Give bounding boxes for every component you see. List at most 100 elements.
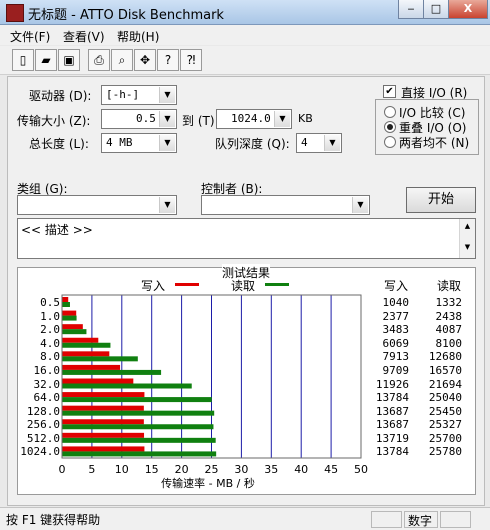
status-bar: 按 F1 键获得帮助 数字 [0, 507, 490, 530]
write-bar [62, 364, 121, 370]
controller-select[interactable]: ▼ [201, 195, 370, 215]
io-compare-radio[interactable] [384, 106, 396, 118]
maximize-button[interactable]: □ [423, 0, 449, 19]
app-icon [6, 4, 24, 22]
chevron-down-icon: ▼ [274, 111, 290, 127]
transfer-to-select[interactable]: 1024.0 ▼ [216, 109, 292, 129]
write-value: 9709 [382, 363, 410, 377]
open-folder-icon[interactable]: ▰ [35, 49, 57, 71]
scroll-up-icon[interactable]: ▲ [460, 222, 475, 230]
read-value: 21694 [428, 377, 462, 391]
start-button[interactable]: 开始 [406, 187, 476, 213]
x-axis-label: 传输速率 - MB / 秒 [161, 476, 255, 490]
queue-depth-label: 队列深度 (Q): [215, 137, 290, 151]
read-bar [62, 397, 212, 403]
help-icon[interactable]: ? [157, 49, 179, 71]
queue-depth-select[interactable]: 4 ▼ [296, 133, 342, 153]
read-value: 25700 [428, 431, 462, 445]
write-value: 13687 [375, 418, 409, 432]
to-label: 到 (T) [182, 114, 215, 128]
write-bar [62, 324, 83, 330]
write-bar [62, 297, 69, 302]
transfer-to-value: 1024.0 [231, 112, 271, 125]
results-panel: 测试结果 写入 读取 写入 读取 0 5 10 15 20 25 30 35 40 45 50 传输… [17, 264, 476, 495]
chart-bars [62, 297, 217, 457]
save-icon[interactable]: ▣ [58, 49, 80, 71]
context-help-icon[interactable]: ⁈ [180, 49, 202, 71]
overlapped-io-radio[interactable] [384, 121, 396, 133]
chart-x-ticks: 0 5 10 15 20 25 30 35 40 45 50 [59, 463, 369, 476]
description-scrollbar[interactable]: ▲ ▼ [459, 219, 475, 258]
menu-file[interactable]: 文件(F) [10, 28, 50, 45]
read-bar [62, 315, 77, 321]
window-title: 无标题 - ATTO Disk Benchmark [28, 8, 224, 23]
menu-bar: 文件(F) 查看(V) 帮助(H) [0, 25, 490, 45]
transfer-size-label: 32.0 [33, 377, 61, 391]
write-bar [62, 378, 134, 384]
x-tick-label: 0 [59, 463, 66, 476]
group-select[interactable]: ▼ [17, 195, 177, 215]
transfer-size-label: 128.0 [26, 404, 60, 418]
description-box[interactable]: << 描述 >> ▲ ▼ [17, 218, 476, 259]
minimize-button[interactable]: ‒ [398, 0, 424, 19]
status-num-pane: 数字 [404, 511, 438, 528]
transfer-size-label: 16.0 [33, 363, 61, 377]
read-value: 16570 [428, 363, 462, 377]
read-value: 8100 [435, 336, 463, 350]
move-icon[interactable]: ✥ [134, 49, 156, 71]
toolbar: ▯ ▰ ▣ ⎙ ⌕ ✥ ? ⁈ [0, 46, 490, 75]
x-tick-label: 30 [234, 463, 248, 476]
scroll-down-icon[interactable]: ▼ [460, 243, 475, 251]
read-value: 25040 [428, 391, 462, 405]
transfer-size-label: 传输大小 (Z): [17, 114, 91, 128]
write-bar [62, 446, 145, 452]
read-value: 25780 [428, 445, 462, 459]
menu-view[interactable]: 查看(V) [63, 28, 105, 45]
read-bar [62, 342, 111, 348]
read-bar [62, 383, 192, 389]
x-tick-label: 20 [175, 463, 189, 476]
status-pane [371, 511, 402, 528]
read-value: 1332 [435, 296, 463, 309]
x-tick-label: 40 [294, 463, 308, 476]
print-preview-icon[interactable]: ⌕ [111, 49, 133, 71]
write-bar [62, 432, 145, 438]
new-file-icon[interactable]: ▯ [12, 49, 34, 71]
drive-label: 驱动器 (D): [29, 89, 92, 103]
read-value: 2438 [435, 309, 463, 323]
close-button[interactable]: X [448, 0, 488, 19]
total-length-label: 总长度 (L): [29, 137, 89, 151]
read-value: 25450 [428, 404, 462, 418]
write-bar [62, 392, 145, 398]
total-length-select[interactable]: 4 MB ▼ [101, 133, 177, 153]
x-tick-label: 50 [354, 463, 368, 476]
x-tick-label: 45 [324, 463, 338, 476]
write-value: 3483 [382, 323, 410, 337]
status-num: 数字 [408, 514, 433, 528]
status-pane-2 [440, 511, 471, 528]
write-bar [62, 310, 77, 316]
write-value: 11926 [375, 377, 409, 391]
kb-unit: KB [298, 112, 313, 125]
transfer-from-select[interactable]: 0.5 ▼ [101, 109, 177, 129]
write-value: 13687 [375, 404, 409, 418]
read-value: 25327 [428, 418, 462, 432]
status-help-text: 按 F1 键获得帮助 [6, 513, 101, 527]
read-bar [62, 410, 215, 416]
chevron-down-icon: ▼ [159, 87, 175, 103]
transfer-size-label: 0.5 [40, 296, 60, 309]
queue-depth-value: 4 [301, 136, 308, 149]
print-icon[interactable]: ⎙ [88, 49, 110, 71]
read-bar [62, 424, 214, 430]
transfer-size-label: 2.0 [40, 323, 60, 337]
write-value: 6069 [382, 336, 410, 350]
neither-radio[interactable] [384, 136, 396, 148]
drive-select[interactable]: [-h-] ▼ [101, 85, 177, 105]
menu-help[interactable]: 帮助(H) [117, 28, 159, 45]
write-value: 2377 [382, 309, 410, 323]
x-tick-label: 15 [145, 463, 159, 476]
write-bar [62, 351, 110, 357]
write-value: 13719 [375, 431, 409, 445]
read-bar [62, 356, 138, 362]
direct-io-checkbox[interactable]: ✔ [383, 85, 396, 98]
